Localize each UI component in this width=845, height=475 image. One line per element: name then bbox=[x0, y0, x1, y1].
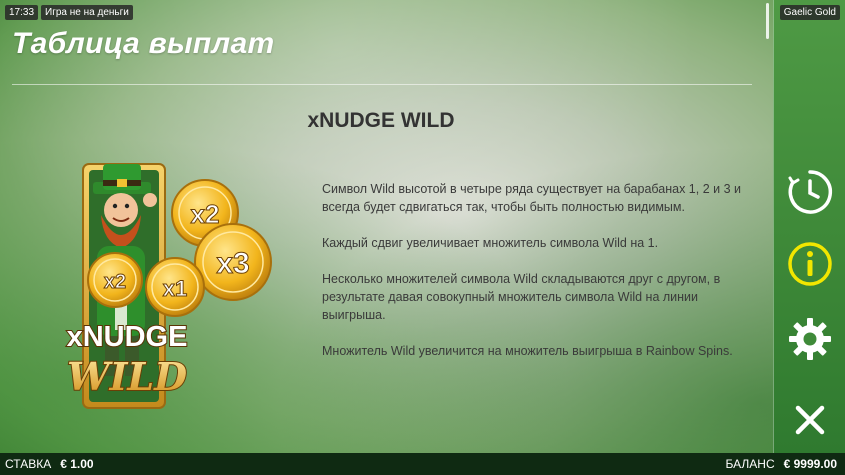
bet-value: € 1.00 bbox=[60, 457, 94, 471]
bottom-status-bar: СТАВКА € 1.00 БАЛАНС € 9999.00 bbox=[0, 453, 845, 475]
clock-time: 17:33 bbox=[5, 5, 39, 20]
info-icon bbox=[788, 242, 832, 286]
close-icon bbox=[795, 405, 825, 435]
logo-xnudge: xNUDGE bbox=[67, 321, 188, 353]
game-name-badge: Gaelic Gold bbox=[779, 5, 840, 20]
balance-display: БАЛАНС € 9999.00 bbox=[726, 457, 837, 471]
info-button[interactable] bbox=[774, 236, 845, 292]
settings-gear-icon bbox=[789, 318, 831, 360]
multiplier-coin-x3: x3 bbox=[194, 223, 272, 301]
bet-display[interactable]: СТАВКА € 1.00 bbox=[5, 457, 94, 471]
paragraph: Символ Wild высотой в четыре ряда сущест… bbox=[322, 182, 741, 214]
description-text: Символ Wild высотой в четыре ряда сущест… bbox=[322, 180, 747, 378]
balance-label: БАЛАНС bbox=[725, 457, 775, 471]
status-badges: 17:33 Игра не на деньги bbox=[5, 5, 133, 20]
paragraph: Несколько множителей символа Wild склады… bbox=[322, 272, 721, 322]
paragraph: Множитель Wild увеличится на множитель в… bbox=[322, 344, 733, 358]
bet-label: СТАВКА bbox=[5, 457, 52, 471]
svg-text:x1: x1 bbox=[163, 276, 187, 301]
paytable-content: Таблица выплат x2 x3 x2 x1 xNUDGE WILD x… bbox=[0, 0, 773, 453]
xnudge-wild-symbol: x2 x3 x2 x1 xNUDGE WILD bbox=[66, 163, 272, 409]
history-clock-icon bbox=[788, 170, 833, 214]
svg-text:x2: x2 bbox=[104, 271, 126, 293]
title-divider bbox=[12, 84, 752, 85]
logo-wild: WILD bbox=[67, 354, 187, 399]
scrollbar-thumb[interactable] bbox=[766, 3, 769, 39]
scrollbar[interactable] bbox=[764, 0, 770, 453]
page-title: Таблица выплат bbox=[12, 27, 275, 60]
paragraph: Каждый сдвиг увеличивает множитель симво… bbox=[322, 236, 659, 250]
close-button[interactable] bbox=[774, 392, 845, 448]
play-mode-badge: Игра не на деньги bbox=[41, 5, 133, 20]
multiplier-coin-x1: x1 bbox=[145, 257, 205, 317]
svg-text:x2: x2 bbox=[191, 199, 220, 229]
balance-value: € 9999.00 bbox=[783, 457, 837, 471]
svg-text:x3: x3 bbox=[216, 247, 249, 280]
section-heading: xNUDGE WILD bbox=[307, 109, 455, 132]
multiplier-coin-x2-left: x2 bbox=[87, 252, 143, 308]
history-button[interactable] bbox=[774, 164, 845, 220]
side-panel bbox=[773, 0, 845, 453]
settings-button[interactable] bbox=[774, 311, 845, 367]
